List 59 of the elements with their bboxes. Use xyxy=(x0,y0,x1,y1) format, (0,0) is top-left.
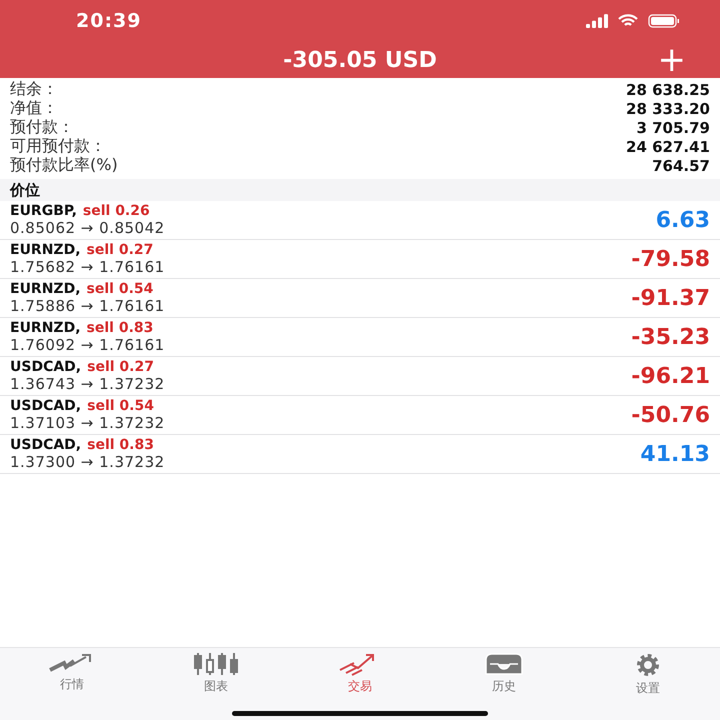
prices-text: 1.37300 → 1.37232 xyxy=(10,453,165,471)
summary-value: 28 333.20 xyxy=(626,100,710,118)
profit-value: -50.76 xyxy=(631,402,710,428)
prices-text: 1.37103 → 1.37232 xyxy=(10,414,165,432)
summary-value: 28 638.25 xyxy=(626,80,710,98)
side-text: sell 0.27 xyxy=(87,359,154,375)
position-row[interactable]: EURNZD, sell 0.27 1.75682 → 1.76161 -79.58 xyxy=(0,240,720,279)
symbol-text: EURNZD, xyxy=(10,320,81,336)
profit-value: -35.23 xyxy=(631,324,710,350)
candlestick-icon xyxy=(192,652,240,676)
summary-label: 预付款比率(%) xyxy=(10,155,118,176)
profit-value: 41.13 xyxy=(640,442,710,466)
tab-item[interactable]: 交易 xyxy=(310,652,410,697)
profit-value: -79.58 xyxy=(631,246,710,272)
profit-value: -96.21 xyxy=(631,364,710,388)
signal-icon xyxy=(586,14,608,28)
symbol-text: EURNZD, xyxy=(10,242,81,258)
position-row[interactable]: USDCAD, sell 0.83 1.37300 → 1.37232 41.13 xyxy=(0,435,720,474)
symbol-text: USDCAD, xyxy=(10,398,82,414)
summary-value: 3 705.79 xyxy=(636,118,710,136)
position-row[interactable]: USDCAD, sell 0.54 1.37103 → 1.37232 -50.76 xyxy=(0,396,720,435)
symbol-text: USDCAD, xyxy=(10,437,82,453)
summary-label: 预付款： xyxy=(10,117,74,138)
profit-value: -91.37 xyxy=(631,286,710,310)
position-row[interactable]: USDCAD, sell 0.27 1.36743 → 1.37232 -96.21 xyxy=(0,357,720,396)
symbol-text: EURNZD, xyxy=(10,281,81,297)
side-text: sell 0.83 xyxy=(86,320,154,336)
profit-value: 6.63 xyxy=(656,208,710,232)
tab-item[interactable]: 图表 xyxy=(166,652,266,697)
symbol-text: USDCAD, xyxy=(10,359,82,375)
prices-text: 1.75682 → 1.76161 xyxy=(10,258,165,276)
wifi-icon xyxy=(618,14,638,28)
prices-text: 1.36743 → 1.37232 xyxy=(10,375,165,393)
add-button[interactable]: + xyxy=(654,42,690,78)
side-text: sell 0.27 xyxy=(86,242,154,258)
tab-item[interactable]: 历史 xyxy=(454,652,554,697)
battery-icon xyxy=(648,14,680,28)
summary-label: 可用预付款： xyxy=(10,136,106,156)
position-row[interactable]: EURNZD, sell 0.83 1.76092 → 1.76161 -35.23 xyxy=(0,318,720,357)
symbol-text: EURGBP, xyxy=(10,203,77,219)
position-row[interactable]: EURNZD, sell 0.54 1.75886 → 1.76161 -91.37 xyxy=(0,279,720,318)
tab-item[interactable]: 设置 xyxy=(598,652,698,697)
side-text: sell 0.26 xyxy=(82,203,150,219)
prices-text: 0.85062 → 0.85042 xyxy=(10,219,165,237)
summary-label: 净值： xyxy=(10,98,58,119)
balance-title: -305.05 USD xyxy=(283,48,437,72)
status-time: 20:39 xyxy=(76,10,142,32)
summary-label: 结余： xyxy=(10,79,58,100)
summary-value: 24 627.41 xyxy=(626,138,710,156)
section-title: 价位 xyxy=(10,180,40,200)
summary-value: 764.57 xyxy=(652,156,710,174)
side-text: sell 0.83 xyxy=(87,437,154,453)
prices-text: 1.75886 → 1.76161 xyxy=(10,297,165,315)
position-row[interactable]: EURGBP, sell 0.26 0.85062 → 0.85042 6.63 xyxy=(0,201,720,240)
side-text: sell 0.54 xyxy=(87,398,154,414)
prices-text: 1.76092 → 1.76161 xyxy=(10,336,165,354)
settings-icon xyxy=(635,652,661,678)
tab-item[interactable]: 行情 xyxy=(22,652,122,697)
side-text: sell 0.54 xyxy=(86,281,154,297)
